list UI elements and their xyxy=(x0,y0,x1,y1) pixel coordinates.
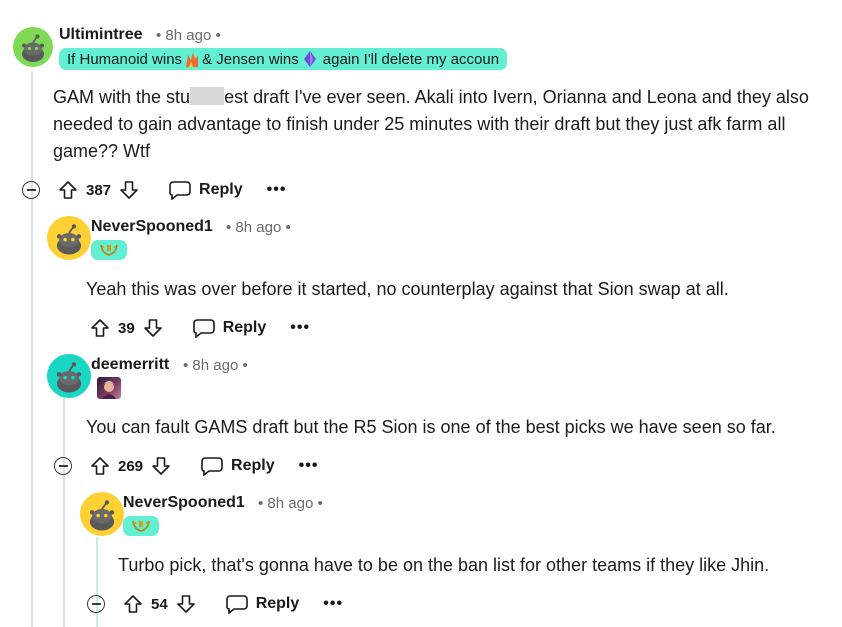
snoo-avatar-icon xyxy=(56,224,82,255)
comment-actions: 54 Reply ••• xyxy=(87,589,343,619)
comment-actions: 39 Reply ••• xyxy=(90,313,310,343)
user-flair: If Humanoid wins & Jensen wins again I'l… xyxy=(59,48,508,70)
downvote-icon xyxy=(143,319,162,337)
crystal-icon xyxy=(303,50,319,68)
comment-bubble-icon xyxy=(225,595,248,614)
user-flair xyxy=(91,240,127,260)
upvote-button[interactable] xyxy=(123,594,143,614)
flair-text: & Jensen wins xyxy=(202,50,299,68)
collapse-icon[interactable] xyxy=(87,595,105,613)
timestamp[interactable]: • 8h ago • xyxy=(156,27,221,44)
comment-body: Yeah this was over before it started, no… xyxy=(86,279,729,299)
vote-score: 54 xyxy=(151,595,168,613)
comment-body: GAM with the stu est draft I've ever seen… xyxy=(53,84,823,165)
champion-portrait-flair-icon xyxy=(97,377,121,399)
reply-label: Reply xyxy=(231,457,275,474)
username[interactable]: NeverSpooned1 xyxy=(123,494,245,512)
more-options-icon[interactable]: ••• xyxy=(267,181,287,199)
avatar[interactable] xyxy=(13,27,53,67)
downvote-button[interactable] xyxy=(119,180,139,200)
team-logo-icon xyxy=(184,50,200,68)
downvote-icon xyxy=(120,181,138,199)
downvote-icon xyxy=(176,595,195,613)
avatar[interactable] xyxy=(47,354,91,398)
comment-bubble-icon xyxy=(192,319,215,338)
snoo-avatar-icon xyxy=(89,500,115,531)
avatar[interactable] xyxy=(47,216,91,260)
reply-label: Reply xyxy=(255,595,300,612)
comment-actions: 269 Reply ••• xyxy=(54,451,318,481)
more-options-icon[interactable]: ••• xyxy=(323,595,343,613)
upvote-icon xyxy=(91,319,109,337)
upvote-icon xyxy=(59,181,77,199)
reply-button[interactable]: Reply xyxy=(192,318,267,338)
username[interactable]: NeverSpooned1 xyxy=(91,218,213,236)
username[interactable]: deemerritt xyxy=(91,356,169,374)
censored-text xyxy=(190,87,225,105)
vote-score: 39 xyxy=(118,319,135,337)
reply-button[interactable]: Reply xyxy=(169,180,243,200)
comment-bubble-icon xyxy=(169,181,191,200)
upvote-button[interactable] xyxy=(90,456,110,476)
reply-button[interactable]: Reply xyxy=(201,456,275,476)
thread-line-root[interactable] xyxy=(31,72,33,627)
comment-body: You can fault GAMS draft but the R5 Sion… xyxy=(86,417,776,437)
flair-text: If Humanoid wins xyxy=(67,50,183,68)
reply-label: Reply xyxy=(199,181,243,198)
comment-text: GAM with the stu xyxy=(53,87,191,107)
comment-bubble-icon xyxy=(201,457,223,476)
timestamp[interactable]: • 8h ago • xyxy=(226,219,291,236)
more-options-icon[interactable]: ••• xyxy=(290,319,310,337)
avatar[interactable] xyxy=(80,492,124,536)
username[interactable]: Ultimintree xyxy=(59,26,143,44)
collapse-icon[interactable] xyxy=(22,181,40,199)
user-flair xyxy=(123,516,159,536)
reply-label: Reply xyxy=(222,319,267,336)
thread-line-level1[interactable] xyxy=(63,398,65,627)
downvote-icon xyxy=(152,457,170,475)
snoo-avatar-icon xyxy=(56,362,82,393)
more-options-icon[interactable]: ••• xyxy=(299,457,319,475)
flair-text: again I'll delete my accoun xyxy=(322,50,500,68)
timestamp[interactable]: • 8h ago • xyxy=(258,495,323,512)
snoo-avatar-icon xyxy=(22,34,44,62)
timestamp[interactable]: • 8h ago • xyxy=(183,357,248,374)
upvote-icon xyxy=(124,595,142,613)
vote-score: 269 xyxy=(118,457,144,475)
upvote-button[interactable] xyxy=(90,318,110,338)
downvote-button[interactable] xyxy=(151,456,171,476)
vote-score: 387 xyxy=(86,181,112,199)
upvote-icon xyxy=(91,457,109,475)
comment-actions: 387 Reply ••• xyxy=(22,175,286,205)
downvote-button[interactable] xyxy=(143,318,163,338)
downvote-button[interactable] xyxy=(176,594,196,614)
collapse-icon[interactable] xyxy=(54,457,72,475)
wreath-flair-icon xyxy=(132,520,150,532)
reply-button[interactable]: Reply xyxy=(225,594,300,614)
upvote-button[interactable] xyxy=(58,180,78,200)
comment-body: Turbo pick, that's gonna have to be on t… xyxy=(118,555,770,575)
wreath-flair-icon xyxy=(100,244,118,256)
